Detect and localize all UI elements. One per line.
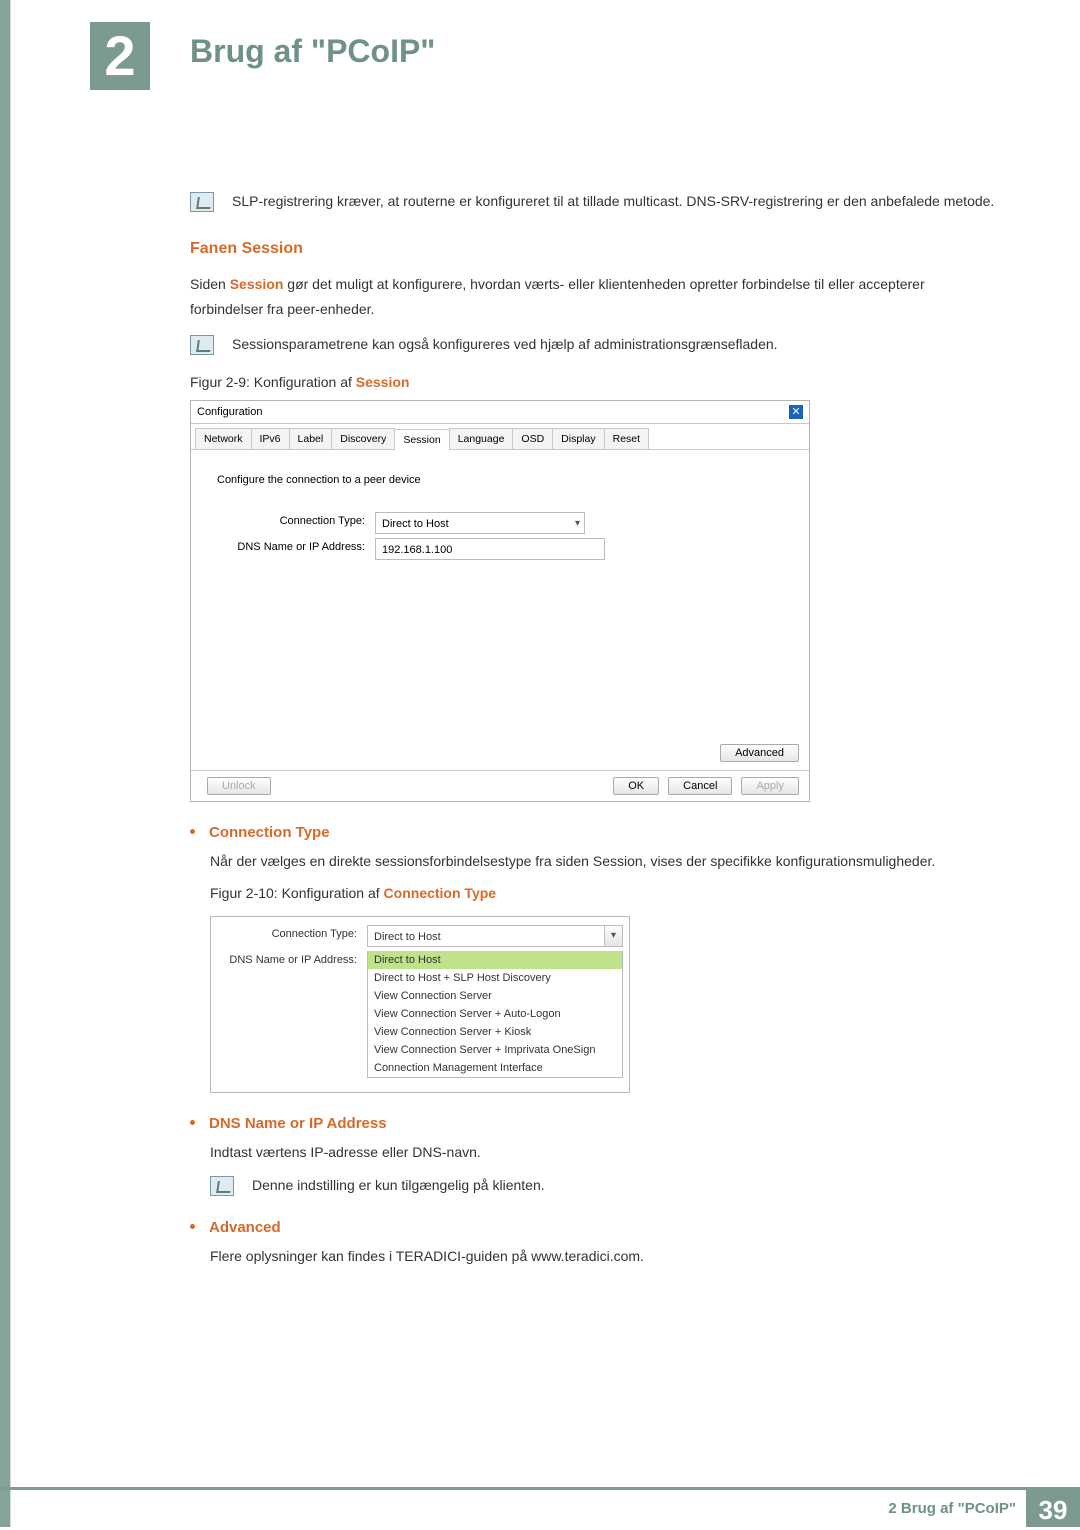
figure-2-9-caption: Figur 2-9: Konfiguration af Session (190, 374, 1000, 390)
advanced-button[interactable]: Advanced (720, 744, 799, 762)
bullet-connection-type-text: Når der vælges en direkte sessionsforbin… (210, 849, 1000, 874)
chapter-number-badge: 2 (90, 22, 150, 90)
info-note-icon (190, 335, 214, 355)
bullet-icon (190, 829, 195, 834)
bullet-advanced-text: Flere oplysninger kan findes i TERADICI-… (210, 1244, 1000, 1269)
bullet-advanced: Advanced Flere oplysninger kan findes i … (190, 1219, 1000, 1269)
bullet-icon (190, 1120, 195, 1125)
cancel-button[interactable]: Cancel (668, 777, 732, 795)
fig210-strong: Connection Type (384, 885, 497, 901)
p1-pre: Siden (190, 276, 230, 292)
f210-row-conn: Connection Type: Direct to Host ▾ (217, 925, 623, 947)
note-text: SLP-registrering kræver, at routerne er … (232, 190, 994, 212)
f210-dns-label: DNS Name or IP Address: (217, 951, 367, 1078)
figure-2-10-caption: Figur 2-10: Konfiguration af Connection … (210, 881, 1000, 906)
f210-conn-value: Direct to Host (374, 931, 441, 943)
bullet-title-advanced: Advanced (209, 1219, 281, 1236)
footer-chapter-label: 2 Brug af "PCoIP" (888, 1500, 1016, 1517)
bullet-dns-text: Indtast værtens IP-adresse eller DNS-nav… (210, 1140, 1000, 1165)
fig29-pre: Figur 2-9: Konfiguration af (190, 374, 356, 390)
advanced-row: Advanced (191, 740, 809, 770)
bullet-dns-note: Denne indstilling er kun tilgængelig på … (210, 1174, 1000, 1196)
note-block: SLP-registrering kræver, at routerne er … (190, 190, 1000, 212)
unlock-button[interactable]: Unlock (207, 777, 271, 795)
dns-label: DNS Name or IP Address: (205, 538, 375, 560)
chevron-down-icon: ▾ (604, 926, 622, 946)
tab-osd[interactable]: OSD (512, 428, 553, 449)
p1-strong: Session (230, 276, 284, 292)
f210-option[interactable]: Direct to Host (368, 951, 622, 969)
tab-display[interactable]: Display (552, 428, 604, 449)
note-block-2: Sessionsparametrene kan også konfigurere… (190, 333, 1000, 355)
bullet-title-dns: DNS Name or IP Address (209, 1115, 387, 1132)
tab-session[interactable]: Session (394, 429, 449, 450)
tab-network[interactable]: Network (195, 428, 252, 449)
window-titlebar: Configuration ✕ (191, 401, 809, 424)
window-body: Configure the connection to a peer devic… (191, 450, 809, 740)
window-title: Configuration (197, 406, 262, 418)
ok-button[interactable]: OK (613, 777, 659, 795)
section-paragraph-1: Siden Session gør det muligt at konfigur… (190, 272, 1000, 321)
section-heading: Fanen Session (190, 240, 1000, 258)
fig210-pre: Figur 2-10: Konfiguration af (210, 885, 384, 901)
apply-button[interactable]: Apply (741, 777, 799, 795)
fig29-strong: Session (356, 374, 410, 390)
p1-post: gør det muligt at konfigurere, hvordan v… (190, 276, 925, 317)
close-button[interactable]: ✕ (789, 405, 803, 419)
content-area: SLP-registrering kræver, at routerne er … (190, 190, 1000, 1276)
configuration-window: Configuration ✕ Network IPv6 Label Disco… (190, 400, 810, 802)
f210-option[interactable]: View Connection Server + Imprivata OneSi… (368, 1041, 622, 1059)
dns-input[interactable]: 192.168.1.100 (375, 538, 605, 560)
window-footer: Unlock OK Cancel Apply (191, 770, 809, 801)
connection-type-label: Connection Type: (205, 512, 375, 534)
figure-2-10-panel: Connection Type: Direct to Host ▾ DNS Na… (210, 916, 630, 1093)
f210-conn-label: Connection Type: (217, 925, 367, 947)
tab-label[interactable]: Label (289, 428, 333, 449)
form-row-dns: DNS Name or IP Address: 192.168.1.100 (205, 538, 795, 560)
f210-row-dns: DNS Name or IP Address: Direct to Host D… (217, 951, 623, 1078)
tab-language[interactable]: Language (449, 428, 514, 449)
tab-reset[interactable]: Reset (604, 428, 649, 449)
connection-type-select[interactable]: Direct to Host (375, 512, 585, 534)
tab-discovery[interactable]: Discovery (331, 428, 395, 449)
bullet-dns-note-text: Denne indstilling er kun tilgængelig på … (252, 1174, 545, 1196)
footer-page-number: 39 (1026, 1490, 1080, 1527)
page-footer: 2 Brug af "PCoIP" 39 (0, 1487, 1080, 1527)
info-note-icon (210, 1176, 234, 1196)
bullet-title-connection-type: Connection Type (209, 824, 330, 841)
left-rail-inner (10, 0, 11, 1527)
f210-option[interactable]: View Connection Server + Kiosk (368, 1023, 622, 1041)
f210-option[interactable]: View Connection Server (368, 987, 622, 1005)
tab-ipv6[interactable]: IPv6 (251, 428, 290, 449)
config-instruction: Configure the connection to a peer devic… (217, 474, 795, 486)
f210-option[interactable]: View Connection Server + Auto-Logon (368, 1005, 622, 1023)
bullet-dns: DNS Name or IP Address Indtast værtens I… (190, 1115, 1000, 1197)
note-text-2: Sessionsparametrene kan også konfigurere… (232, 333, 778, 355)
f210-conn-select[interactable]: Direct to Host ▾ (367, 925, 623, 947)
f210-option[interactable]: Connection Management Interface (368, 1059, 622, 1077)
chapter-title: Brug af "PCoIP" (190, 33, 435, 70)
f210-dropdown-list: Direct to Host Direct to Host + SLP Host… (367, 951, 623, 1078)
left-rail (0, 0, 10, 1527)
tab-bar: Network IPv6 Label Discovery Session Lan… (191, 424, 809, 450)
f210-option[interactable]: Direct to Host + SLP Host Discovery (368, 969, 622, 987)
bullet-icon (190, 1224, 195, 1229)
bullet-connection-type: Connection Type Når der vælges en direkt… (190, 824, 1000, 1093)
form-row-connection-type: Connection Type: Direct to Host (205, 512, 795, 534)
info-note-icon (190, 192, 214, 212)
